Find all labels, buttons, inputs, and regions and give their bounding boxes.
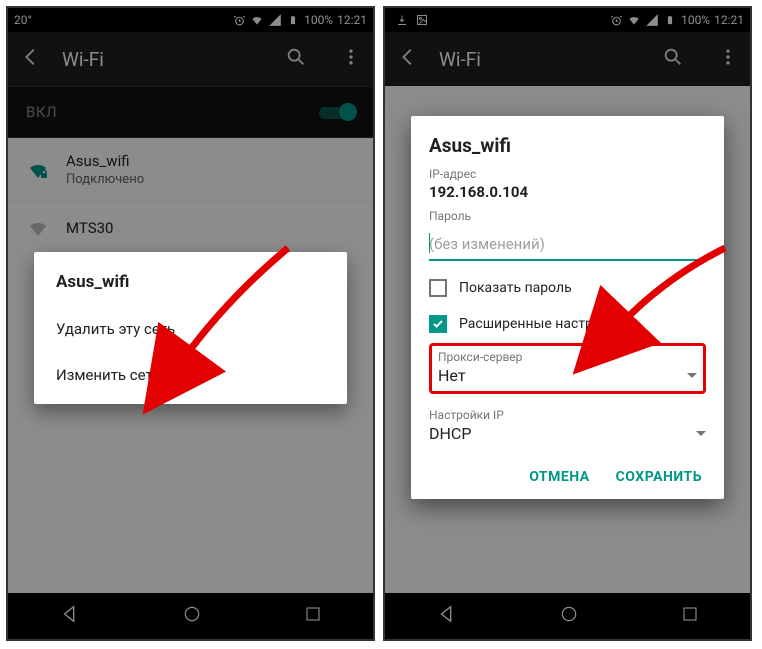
checkbox-checked-icon bbox=[429, 315, 447, 333]
advanced-checkbox-row[interactable]: Расширенные настройки bbox=[429, 315, 706, 333]
advanced-label: Расширенные настройки bbox=[459, 316, 625, 332]
modify-network-dialog: Asus_wifi IP-адрес 192.168.0.104 Пароль … bbox=[411, 116, 724, 499]
ip-address-value: 192.168.0.104 bbox=[429, 183, 706, 201]
ip-settings-select[interactable]: Настройки IP DHCP bbox=[429, 408, 706, 443]
ip-settings-label: Настройки IP bbox=[429, 408, 706, 422]
chevron-down-icon bbox=[687, 373, 697, 378]
ip-address-label: IP-адрес bbox=[429, 167, 706, 181]
dialog-title: Asus_wifi bbox=[429, 134, 706, 157]
save-button[interactable]: СОХРАНИТЬ bbox=[616, 469, 702, 485]
chevron-down-icon bbox=[696, 431, 706, 436]
proxy-highlight-box: Прокси-сервер Нет bbox=[429, 343, 706, 394]
password-placeholder: (без изменений) bbox=[429, 235, 545, 253]
context-menu-title: Asus_wifi bbox=[34, 266, 347, 306]
phone-right: 100% 12:21 Wi-Fi Asus_wifi IP-адрес 192.… bbox=[383, 6, 752, 641]
dialog-actions: ОТМЕНА СОХРАНИТЬ bbox=[429, 463, 706, 491]
network-context-menu: Asus_wifi Удалить эту сеть Изменить сеть bbox=[34, 252, 347, 404]
show-password-checkbox-row[interactable]: Показать пароль bbox=[429, 279, 706, 297]
phone-left: 20° 100% 12:21 Wi-Fi ВКЛ Asus_wifi Подкл… bbox=[6, 6, 375, 641]
context-item-forget[interactable]: Удалить эту сеть bbox=[34, 306, 347, 352]
checkbox-unchecked-icon bbox=[429, 279, 447, 297]
proxy-select[interactable]: Прокси-сервер Нет bbox=[438, 350, 697, 385]
ip-settings-value: DHCP bbox=[429, 424, 471, 443]
proxy-label: Прокси-сервер bbox=[438, 350, 697, 364]
password-input[interactable]: (без изменений) bbox=[429, 227, 706, 261]
show-password-label: Показать пароль bbox=[459, 280, 572, 296]
proxy-value: Нет bbox=[438, 366, 466, 385]
password-label: Пароль bbox=[429, 209, 706, 223]
context-item-modify[interactable]: Изменить сеть bbox=[34, 352, 347, 398]
cancel-button[interactable]: ОТМЕНА bbox=[529, 469, 589, 485]
